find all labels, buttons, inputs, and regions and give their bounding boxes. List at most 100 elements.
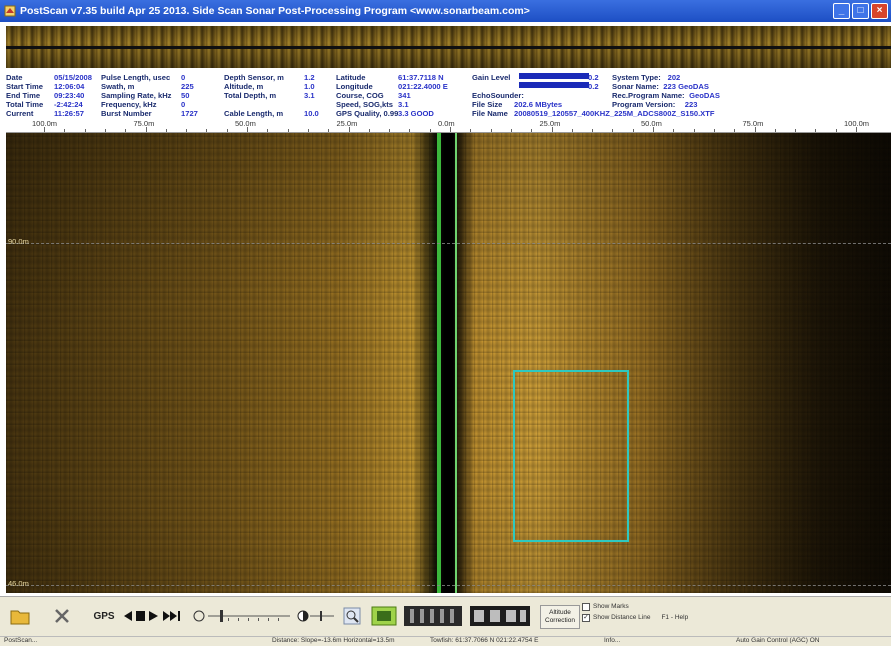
ruler-tick xyxy=(409,129,411,132)
info-label: Rec.Program Name: xyxy=(612,91,685,100)
palette-contrast-icon xyxy=(470,606,530,626)
ruler-tick xyxy=(186,129,188,132)
info-label: Current xyxy=(6,109,34,118)
zoom-button[interactable] xyxy=(342,605,362,627)
ruler-tick xyxy=(125,129,127,132)
magnifier-icon xyxy=(343,607,361,625)
info-label: Depth Sensor, m xyxy=(224,73,284,82)
status-app: PostScan... xyxy=(4,637,38,644)
maximize-button[interactable]: □ xyxy=(852,3,869,19)
ruler-tick xyxy=(571,129,573,132)
ruler-label: 25.0m xyxy=(539,119,561,128)
palette-grayscale-button[interactable] xyxy=(404,605,462,627)
ruler-tick xyxy=(856,127,857,132)
info-value: 0.2 xyxy=(588,82,599,91)
show-distance-checkbox[interactable]: ✓ xyxy=(582,613,590,622)
info-value: 61:37.7118 N xyxy=(398,73,444,82)
info-value: 50 xyxy=(181,91,190,100)
target-box-top-dash xyxy=(515,370,627,374)
show-distance-label: Show Distance Line xyxy=(593,614,651,621)
playback-controls xyxy=(122,605,184,627)
info-value: 0 xyxy=(181,73,186,82)
info-label: Start Time xyxy=(6,82,43,91)
info-label: Latitude xyxy=(336,73,366,82)
info-label: GPS Quality, 0.99 xyxy=(336,109,399,118)
info-label: Burst Number xyxy=(101,109,152,118)
info-label: EchoSounder: xyxy=(472,91,524,100)
info-value: 202 xyxy=(667,73,681,82)
info-value: 3.3 GOOD xyxy=(398,109,434,118)
info-value: 021:22.4000 E xyxy=(398,82,448,91)
info-label: End Time xyxy=(6,91,41,100)
sonar-overview-strip[interactable] xyxy=(6,26,891,68)
status-info: Info... xyxy=(604,637,621,644)
ruler-tick xyxy=(429,129,431,132)
ruler-tick xyxy=(673,129,675,132)
info-value: 223 xyxy=(684,100,698,109)
window-titlebar[interactable]: PostScan v7.35 build Apr 25 2013. Side S… xyxy=(0,0,891,22)
info-label: Frequency, kHz xyxy=(101,100,157,109)
playback-icons xyxy=(124,611,180,621)
ruler-tick xyxy=(612,129,614,132)
info-value: 3.1 xyxy=(398,100,409,109)
info-value: 1.0 xyxy=(304,82,315,91)
range-ruler: 100.0m 75.0m 50.0m 25.0m 0.0m 25.0m 50.0m 75.0m… xyxy=(6,118,891,133)
ruler-tick xyxy=(815,129,817,132)
info-value: 1727 xyxy=(181,109,198,118)
ruler-tick xyxy=(531,129,533,132)
info-label: Total Depth, m xyxy=(224,91,277,100)
info-value: GeoDAS xyxy=(689,91,720,100)
info-value: 1.2 xyxy=(304,73,315,82)
info-label: Swath, m xyxy=(101,82,135,91)
info-label: Altitude, m xyxy=(224,82,264,91)
overview-shade xyxy=(6,26,891,68)
contrast-slider[interactable] xyxy=(296,605,336,627)
info-value: 11:26:57 xyxy=(54,109,84,118)
info-panel: Date 05/15/2008 Start Time 12:06:04 End Time… xyxy=(6,70,891,118)
image-button[interactable] xyxy=(370,605,398,627)
ruler-tick xyxy=(592,129,594,132)
gain-level-bar xyxy=(519,82,589,88)
altitude-correction-button[interactable]: Altitude Correction xyxy=(540,605,580,629)
ruler-tick xyxy=(713,129,715,132)
info-value: 223 GeoDAS xyxy=(663,82,709,91)
ruler-tick xyxy=(632,129,634,132)
ruler-tick xyxy=(510,129,512,132)
show-distance-row[interactable]: ✓ Show Distance Line F1 - Help xyxy=(582,612,688,623)
ruler-label: 50.0m xyxy=(641,119,662,128)
info-label: Course, COG xyxy=(336,91,384,100)
open-folder-button[interactable] xyxy=(8,605,32,627)
ruler-tick xyxy=(490,129,492,132)
gps-button[interactable]: GPS xyxy=(92,605,116,627)
ruler-tick xyxy=(389,129,391,132)
ruler-tick xyxy=(307,129,309,132)
sonar-waterfall-view[interactable]: 90.0m 46.0m xyxy=(6,133,891,593)
app-icon xyxy=(4,5,16,17)
ruler-tick xyxy=(44,127,45,132)
speed-slider-icon xyxy=(193,610,290,622)
info-value: 225 xyxy=(181,82,194,91)
show-marks-row[interactable]: Show Marks xyxy=(582,601,688,612)
tools-button[interactable] xyxy=(50,605,74,627)
ruler-tick xyxy=(368,129,370,132)
ruler-tick xyxy=(287,129,289,132)
info-value: 341 xyxy=(398,91,411,100)
ruler-tick xyxy=(348,127,350,132)
show-marks-checkbox[interactable] xyxy=(582,602,590,611)
ruler-tick xyxy=(64,129,66,132)
close-button[interactable]: × xyxy=(871,3,888,19)
minimize-button[interactable]: _ xyxy=(833,3,850,19)
ruler-tick xyxy=(247,127,248,132)
speed-slider[interactable] xyxy=(192,605,292,627)
target-selection-box[interactable] xyxy=(513,370,629,542)
info-label: Cable Length, m xyxy=(224,109,284,118)
folder-icon xyxy=(10,610,30,625)
palette-contrast-button[interactable] xyxy=(470,605,530,627)
info-value: 09:23:40 xyxy=(54,91,85,100)
info-value: 202.6 MBytes xyxy=(514,100,563,109)
info-value: 3.1 xyxy=(304,91,315,100)
info-label: System Type: xyxy=(612,73,661,82)
ruler-tick xyxy=(267,129,269,132)
contrast-icon xyxy=(297,610,334,622)
window-title: PostScan v7.35 build Apr 25 2013. Side S… xyxy=(20,5,530,17)
